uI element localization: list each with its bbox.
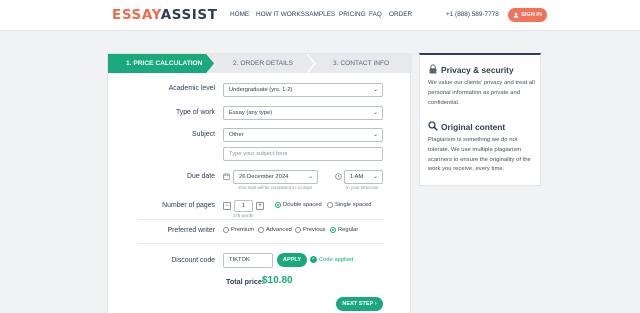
writer-previous-radio[interactable]: Previous (295, 227, 326, 233)
discount-code-input[interactable]: TIKTOK (223, 253, 273, 268)
section-divider (138, 219, 384, 220)
writer-previous-label: Previous (303, 227, 326, 233)
clock-icon (335, 173, 342, 180)
radio-dot (223, 227, 229, 233)
pages-increment-button[interactable]: + (256, 202, 264, 210)
site-logo[interactable]: ESSAYASSIST (112, 8, 218, 22)
chevron-down-icon: ⌄ (307, 174, 313, 180)
user-icon (513, 12, 519, 18)
privacy-text: We value our clients' privacy and treat … (428, 80, 535, 106)
total-price-value: $10.80 (262, 275, 293, 286)
radio-dot (275, 202, 281, 208)
chevron-down-icon: ⌄ (372, 110, 378, 116)
nav-how-it-works[interactable]: HOW IT WORKS (256, 11, 305, 19)
nav-pricing[interactable]: PRICING (339, 11, 366, 19)
double-spaced-label: Double spaced (283, 202, 322, 208)
words-hint: 275 words (233, 213, 254, 218)
due-date-picker[interactable]: 26 December 2024 ⌄ (233, 170, 318, 184)
type-of-work-select[interactable]: Essay (any type) ⌄ (223, 106, 383, 120)
site-header: ESSAYASSIST HOME HOW IT WORKS SAMPLES PR… (0, 0, 640, 31)
nav-home[interactable]: HOME (230, 11, 249, 19)
next-step-button[interactable]: NEXT STEP › (336, 297, 383, 311)
step-price-calculation[interactable]: 1. PRICE CALCULATION (126, 54, 202, 73)
academic-level-select[interactable]: Undergraduate (yrs. 1-2) ⌄ (223, 83, 383, 97)
preferred-writer-label: Preferred writer (167, 227, 215, 234)
total-price-label: Total price: (226, 277, 265, 286)
step-order-details[interactable]: 2. ORDER DETAILS (233, 54, 293, 73)
radio-dot (295, 227, 301, 233)
writer-regular-label: Regular (338, 227, 359, 233)
radio-dot (327, 202, 333, 208)
due-date-value: 26 December 2024 (239, 174, 289, 180)
chevron-down-icon: ⌄ (372, 87, 378, 93)
pages-input[interactable]: 1 (234, 200, 253, 212)
academic-level-label: Academic level (168, 85, 215, 92)
subject-custom-input[interactable]: Type your subject here (223, 147, 383, 161)
single-spaced-label: Single spaced (335, 202, 372, 208)
calendar-icon (223, 173, 230, 180)
privacy-title: Privacy & security (441, 65, 514, 75)
discount-label: Discount code (171, 257, 215, 264)
chevron-down-icon: ⌄ (372, 174, 378, 180)
discount-applied-status: ✓ Code applied (310, 256, 353, 263)
magnifier-icon (428, 121, 438, 131)
trust-sidebar: Privacy & security We value our clients'… (419, 53, 541, 186)
original-content-text: Plagiarism is something we do not tolera… (428, 137, 531, 173)
pages-label: Number of pages (162, 202, 215, 209)
step-contact-info[interactable]: 3. CONTACT INFO (333, 54, 389, 73)
writer-premium-radio[interactable]: Premium (223, 227, 254, 233)
writer-advanced-label: Advanced (266, 227, 292, 233)
writer-advanced-radio[interactable]: Advanced (258, 227, 292, 233)
radio-dot (258, 227, 264, 233)
nav-faq[interactable]: FAQ (369, 11, 382, 19)
subject-select[interactable]: Other ⌄ (223, 128, 383, 142)
type-of-work-label: Type of work (175, 109, 215, 116)
writer-premium-label: Premium (231, 227, 255, 233)
type-of-work-value: Essay (any type) (229, 110, 273, 116)
original-content-title: Original content (441, 122, 506, 132)
subject-label: Subject (192, 131, 215, 138)
signin-label: SIGN IN (521, 12, 542, 18)
single-spaced-radio[interactable]: Single spaced (327, 202, 371, 208)
writer-regular-radio[interactable]: Regular (330, 227, 358, 233)
radio-dot (330, 227, 336, 233)
section-divider (138, 243, 384, 244)
due-date-label: Due date (187, 173, 215, 180)
apply-discount-button[interactable]: APPLY (277, 253, 307, 267)
discount-applied-text: Code applied (319, 256, 354, 263)
lock-icon (429, 64, 437, 74)
due-time-select[interactable]: 1 AM ⌄ (344, 170, 383, 184)
subject-value: Other (229, 132, 244, 138)
academic-level-value: Undergraduate (yrs. 1-2) (229, 87, 293, 93)
nav-order[interactable]: ORDER (389, 11, 412, 19)
pages-decrement-button[interactable]: − (223, 202, 231, 210)
check-icon: ✓ (310, 256, 317, 263)
due-time-value: 1 AM (350, 174, 364, 180)
order-form: 1. PRICE CALCULATION 2. ORDER DETAILS 3.… (107, 53, 412, 313)
phone-number[interactable]: +1 (888) 589-7778 (446, 11, 499, 19)
signin-button[interactable]: SIGN IN (508, 8, 547, 22)
due-date-hint: Your task will be completed in 14 days (238, 185, 313, 190)
nav-samples[interactable]: SAMPLES (305, 11, 335, 19)
due-time-hint: In your timezone (346, 185, 379, 190)
chevron-down-icon: ⌄ (372, 132, 378, 138)
double-spaced-radio[interactable]: Double spaced (275, 202, 322, 208)
